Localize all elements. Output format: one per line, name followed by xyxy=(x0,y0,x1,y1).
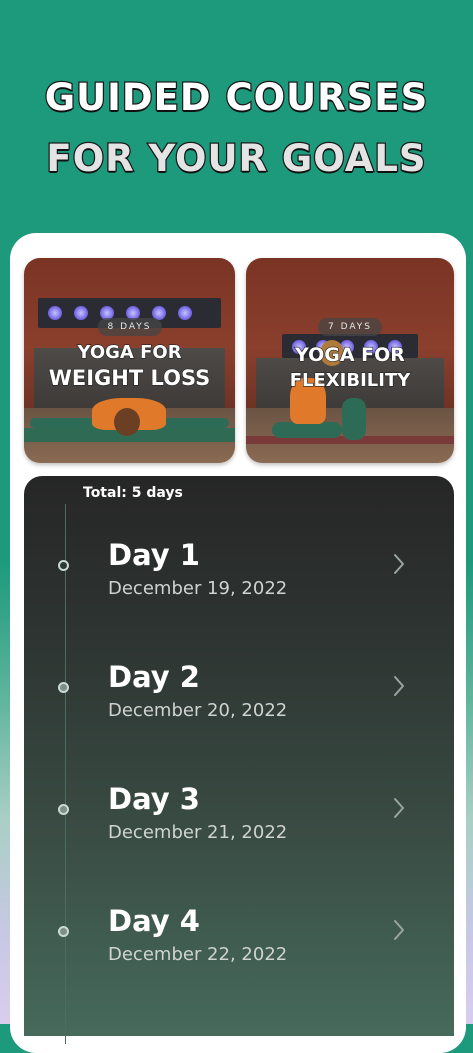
course-days-badge: 8 DAYS xyxy=(97,318,162,336)
course-title-line-1: YOGA FOR xyxy=(294,343,405,366)
schedule-total: Total: 5 days xyxy=(83,485,183,501)
chevron-right-icon xyxy=(394,554,404,574)
chevron-right-icon xyxy=(394,676,404,696)
day-date: December 22, 2022 xyxy=(108,944,288,965)
day-date: December 21, 2022 xyxy=(108,822,288,843)
day-row-3[interactable]: Day 3 December 21, 2022 xyxy=(24,782,454,872)
day-row-1[interactable]: Day 1 December 19, 2022 xyxy=(24,538,454,628)
timeline-dot-icon xyxy=(58,682,69,693)
course-title-line-2: FLEXIBILITY xyxy=(289,369,411,391)
timeline-dot-icon xyxy=(58,560,69,571)
day-title: Day 2 xyxy=(108,660,200,694)
day-row-2[interactable]: Day 2 December 20, 2022 xyxy=(24,660,454,750)
course-card-flexibility[interactable]: 7 DAYS YOGA FOR FLEXIBILITY xyxy=(246,258,454,463)
headline-line-1: GUIDED COURSES xyxy=(44,75,429,121)
schedule-panel: Total: 5 days Day 1 December 19, 2022 Da… xyxy=(24,476,454,1044)
day-date: December 20, 2022 xyxy=(108,700,288,721)
day-row-4[interactable]: Day 4 December 22, 2022 xyxy=(24,904,454,994)
day-title: Day 3 xyxy=(108,782,200,816)
timeline-dot-icon xyxy=(58,926,69,937)
course-title-line-1: YOGA FOR xyxy=(77,341,182,363)
course-card-weight-loss[interactable]: 8 DAYS YOGA FOR WEIGHT LOSS xyxy=(24,258,235,463)
chevron-right-icon xyxy=(394,798,404,818)
chevron-right-icon xyxy=(394,920,404,940)
timeline-dot-icon xyxy=(58,804,69,815)
day-title: Day 4 xyxy=(108,904,200,938)
day-title: Day 1 xyxy=(108,538,200,572)
course-title-line-2: WEIGHT LOSS xyxy=(48,365,211,390)
day-date: December 19, 2022 xyxy=(108,578,288,599)
course-days-badge: 7 DAYS xyxy=(317,318,383,336)
headline-line-2: FOR YOUR GOALS xyxy=(45,136,427,182)
